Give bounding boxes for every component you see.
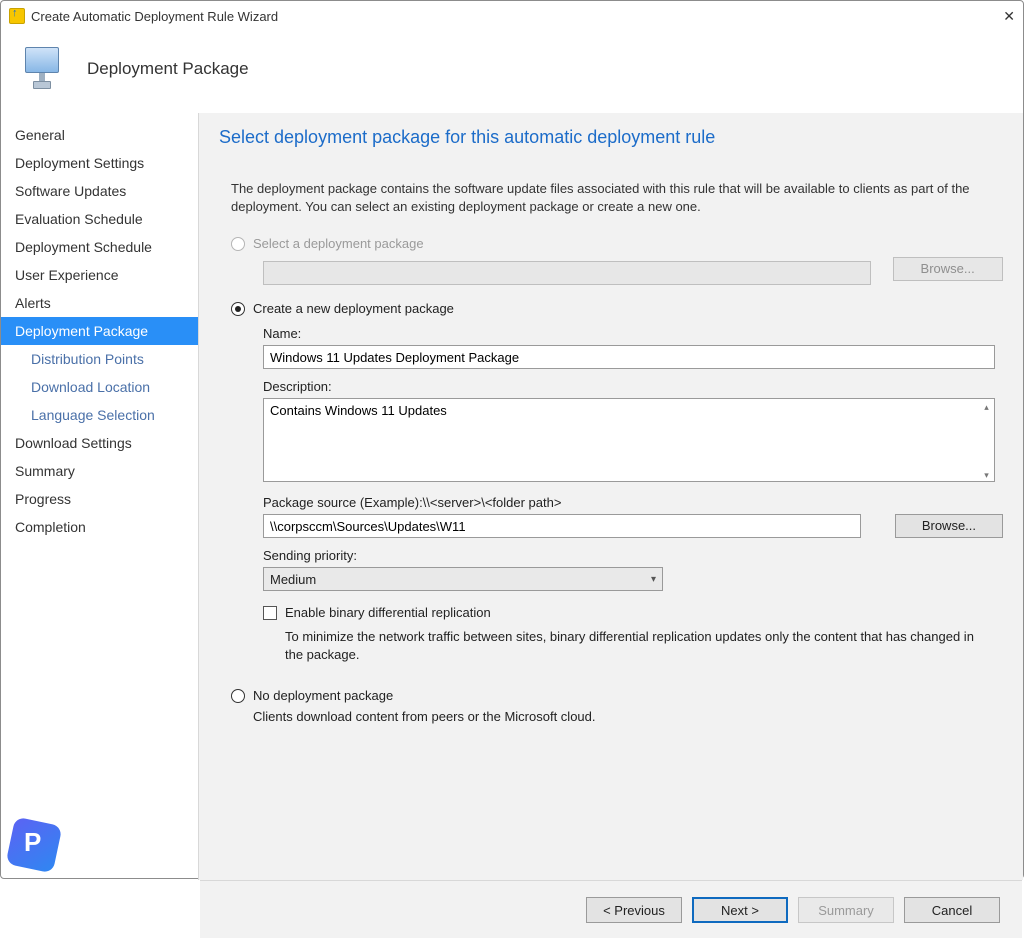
- sidebar-item-alerts[interactable]: Alerts: [1, 289, 198, 317]
- source-input[interactable]: [263, 514, 861, 538]
- computer-icon: [21, 45, 69, 93]
- next-button[interactable]: Next >: [692, 897, 788, 923]
- sidebar-item-general[interactable]: General: [1, 121, 198, 149]
- description-input[interactable]: [263, 398, 995, 482]
- radio-icon: [231, 689, 245, 703]
- name-input[interactable]: [263, 345, 995, 369]
- binary-diff-label: Enable binary differential replication: [285, 605, 491, 620]
- previous-button[interactable]: < Previous: [586, 897, 682, 923]
- sidebar-item-progress[interactable]: Progress: [1, 485, 198, 513]
- wizard-sidebar: General Deployment Settings Software Upd…: [1, 113, 199, 880]
- name-label: Name:: [263, 326, 1003, 341]
- priority-label: Sending priority:: [263, 548, 1003, 563]
- sidebar-item-download-settings[interactable]: Download Settings: [1, 429, 198, 457]
- radio-icon: [231, 302, 245, 316]
- binary-diff-checkbox[interactable]: [263, 606, 277, 620]
- scroll-down-icon[interactable]: ▾: [980, 469, 993, 482]
- radio-select-package-label: Select a deployment package: [253, 236, 424, 251]
- sidebar-item-deployment-package[interactable]: Deployment Package: [1, 317, 198, 345]
- chevron-down-icon: ▾: [651, 574, 656, 585]
- radio-no-package[interactable]: No deployment package: [231, 688, 1003, 703]
- sidebar-item-summary[interactable]: Summary: [1, 457, 198, 485]
- sidebar-item-evaluation-schedule[interactable]: Evaluation Schedule: [1, 205, 198, 233]
- sidebar-item-download-location[interactable]: Download Location: [1, 373, 198, 401]
- sidebar-item-completion[interactable]: Completion: [1, 513, 198, 541]
- radio-create-package-label: Create a new deployment package: [253, 301, 454, 316]
- sidebar-item-distribution-points[interactable]: Distribution Points: [1, 345, 198, 373]
- window-title: Create Automatic Deployment Rule Wizard: [31, 9, 985, 24]
- scroll-up-icon[interactable]: ▴: [980, 401, 993, 414]
- binary-diff-help: To minimize the network traffic between …: [285, 628, 985, 664]
- sidebar-item-deployment-schedule[interactable]: Deployment Schedule: [1, 233, 198, 261]
- priority-value: Medium: [270, 572, 316, 587]
- description-label: Description:: [263, 379, 1003, 394]
- summary-button: Summary: [798, 897, 894, 923]
- radio-icon: [231, 237, 245, 251]
- intro-text: The deployment package contains the soft…: [231, 180, 1003, 216]
- brand-logo: P: [10, 821, 58, 869]
- page-title: Select deployment package for this autom…: [219, 127, 1003, 148]
- sidebar-item-software-updates[interactable]: Software Updates: [1, 177, 198, 205]
- browse-disabled-button: Browse...: [893, 257, 1003, 281]
- close-icon[interactable]: ✕: [985, 8, 1015, 25]
- sidebar-item-language-selection[interactable]: Language Selection: [1, 401, 198, 429]
- radio-create-package[interactable]: Create a new deployment package: [231, 301, 1003, 316]
- radio-no-package-help: Clients download content from peers or t…: [253, 709, 1003, 724]
- priority-select[interactable]: Medium ▾: [263, 567, 663, 591]
- cancel-button[interactable]: Cancel: [904, 897, 1000, 923]
- browse-button[interactable]: Browse...: [895, 514, 1003, 538]
- app-icon: [9, 8, 25, 24]
- select-package-input: [263, 261, 871, 285]
- radio-select-package: Select a deployment package: [231, 236, 1003, 251]
- source-label: Package source (Example):\\<server>\<fol…: [263, 495, 1003, 510]
- page-header: Deployment Package: [87, 59, 249, 79]
- radio-no-package-label: No deployment package: [253, 688, 393, 703]
- sidebar-item-deployment-settings[interactable]: Deployment Settings: [1, 149, 198, 177]
- sidebar-item-user-experience[interactable]: User Experience: [1, 261, 198, 289]
